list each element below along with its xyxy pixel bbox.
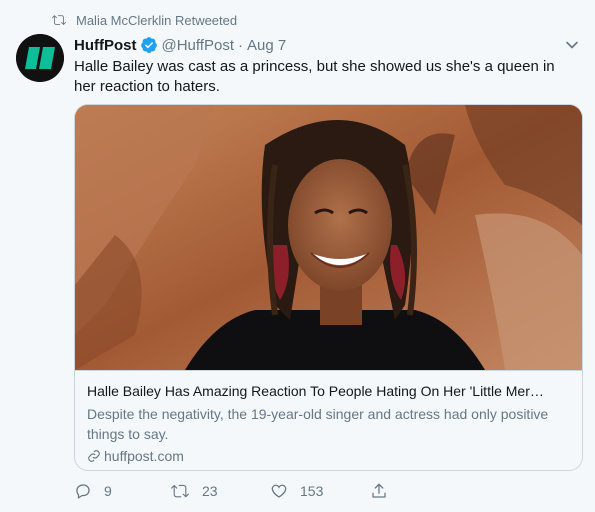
separator-dot: · (237, 36, 243, 54)
verified-badge-icon (140, 36, 158, 54)
retweet-icon (52, 13, 66, 27)
chevron-down-icon[interactable] (565, 38, 579, 52)
author-name[interactable]: HuffPost (74, 37, 137, 54)
tweet-text: Halle Bailey was cast as a princess, but… (74, 58, 555, 95)
reply-icon (76, 484, 90, 499)
retweet-context-text[interactable]: Malia McClerklin Retweeted (76, 13, 237, 28)
avatar[interactable] (16, 34, 64, 82)
tweet-date[interactable]: Aug 7 (247, 37, 286, 54)
tweet-actions: 9 23 153 (74, 481, 474, 503)
card-title[interactable]: Halle Bailey Has Amazing Reaction To Peo… (87, 382, 570, 400)
link-card[interactable]: Halle Bailey Has Amazing Reaction To Peo… (74, 104, 583, 471)
link-icon (87, 449, 101, 463)
tweet-header: HuffPost @HuffPost · Aug 7 (74, 34, 286, 56)
share-icon (372, 483, 386, 498)
retweet-button[interactable]: 23 (170, 481, 218, 501)
card-description: Despite the negativity, the 19-year-old … (87, 406, 549, 442)
retweet-icon (171, 484, 189, 498)
reply-button[interactable]: 9 (74, 481, 112, 501)
card-domain[interactable]: huffpost.com (87, 446, 570, 466)
card-photo[interactable] (75, 105, 582, 370)
reply-count: 9 (104, 483, 112, 499)
share-button[interactable] (370, 481, 400, 501)
card-meta[interactable]: Halle Bailey Has Amazing Reaction To Peo… (75, 370, 582, 470)
tweet[interactable]: Malia McClerklin Retweeted HuffPost @Huf… (0, 0, 595, 512)
card-domain-text: huffpost.com (104, 448, 184, 464)
retweet-context: Malia McClerklin Retweeted (52, 11, 237, 29)
like-button[interactable]: 153 (270, 481, 323, 501)
like-icon (271, 484, 287, 498)
author-handle[interactable]: @HuffPost (162, 37, 234, 54)
like-count: 153 (300, 483, 324, 499)
retweet-count: 23 (202, 483, 218, 499)
huffpost-logo (16, 34, 64, 82)
